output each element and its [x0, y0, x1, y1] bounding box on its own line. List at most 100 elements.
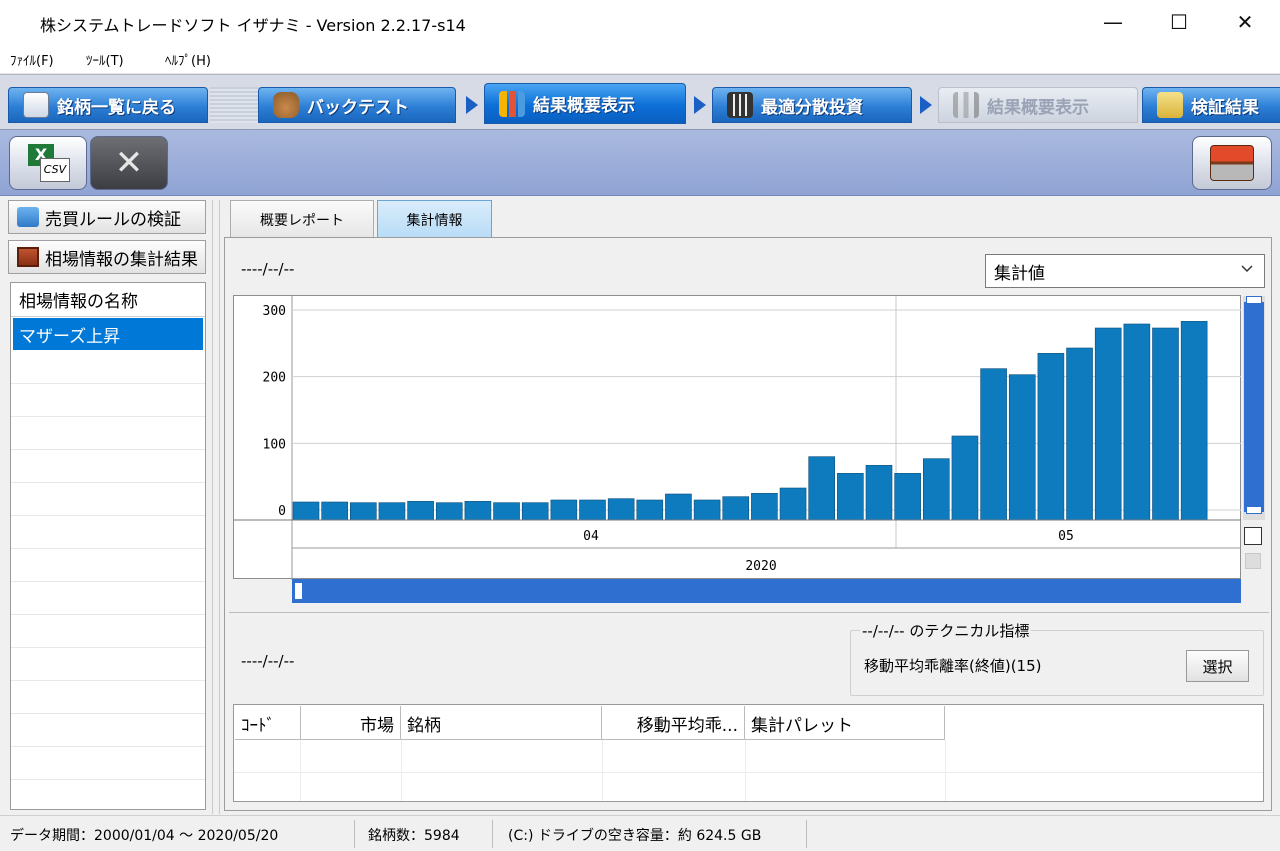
column-header-moving-average[interactable]: 移動平均乖...	[602, 706, 745, 740]
wizard-tab-label: バックテスト	[307, 97, 409, 118]
bar	[751, 493, 778, 521]
wizard-arrow-icon	[920, 96, 932, 114]
export-csv-button[interactable]: X CSV	[9, 136, 87, 190]
row-divider	[11, 482, 205, 483]
technical-indicator-title: --/--/-- のテクニカル指標	[860, 620, 1032, 641]
bar	[1037, 353, 1065, 521]
chevron-down-icon	[1241, 265, 1253, 273]
eye-icon	[23, 92, 49, 118]
bar	[865, 465, 893, 521]
market-info-aggregation-button[interactable]: 相場情報の集計結果	[8, 240, 206, 274]
wizard-tab-label: 検証結果	[1191, 97, 1259, 118]
aggregate-value-select[interactable]: 集計値	[985, 254, 1265, 288]
bar	[521, 502, 549, 521]
bar	[579, 499, 606, 521]
column-header-market[interactable]: 市場	[301, 706, 401, 740]
status-separator	[806, 820, 807, 848]
status-drive-space: (C:) ドライブの空き容量：約 624.5 GB	[508, 828, 762, 844]
wizard-tab-result-summary[interactable]: 結果概要表示	[484, 83, 686, 124]
left-button-label: 売買ルールの検証	[45, 209, 181, 230]
treasure-chest-button[interactable]	[1192, 136, 1272, 190]
wizard-tab-label: 結果概要表示	[533, 96, 635, 116]
status-separator	[492, 820, 493, 848]
wizard-tab-optimal-portfolio[interactable]: 最適分散投資	[712, 87, 912, 123]
row-divider	[11, 713, 205, 714]
list-item[interactable]: マザーズ上昇	[13, 318, 203, 350]
upper-date-label: ----/--/--	[241, 260, 295, 278]
wizard-tab-backtest[interactable]: バックテスト	[258, 87, 456, 123]
technical-indicator-value: 移動平均乖離率(終値)(15)	[864, 657, 1042, 675]
left-button-label: 相場情報の集計結果	[45, 249, 198, 270]
table-column-divider	[602, 740, 603, 801]
bar	[808, 456, 836, 521]
chart-horizontal-scrollbar[interactable]	[292, 579, 1241, 603]
bar	[550, 499, 578, 521]
tools-button[interactable]: ✕	[90, 136, 168, 190]
wizard-tab-verification-result[interactable]: 検証結果	[1142, 87, 1280, 123]
scroll-handle[interactable]	[1246, 296, 1262, 304]
window-title: 株システムトレードソフト イザナミ - Version 2.2.17-s14	[40, 16, 466, 35]
column-header-code[interactable]: ｺｰﾄﾞ	[235, 706, 301, 740]
wizard-arrow-icon	[466, 96, 478, 114]
status-stock-count: 銘柄数：5984	[368, 828, 460, 844]
select-button[interactable]: 選択	[1186, 650, 1249, 682]
bar	[722, 496, 750, 521]
row-divider	[11, 779, 205, 780]
row-divider	[11, 746, 205, 747]
status-separator	[354, 820, 355, 848]
scroll-icon	[17, 247, 39, 267]
wrench-icon: ✕	[114, 143, 144, 183]
wizard-tab-result-summary-disabled: 結果概要表示	[938, 87, 1138, 123]
bar	[779, 487, 807, 521]
table-column-divider	[745, 740, 746, 801]
minimize-button[interactable]: —	[1080, 0, 1146, 44]
lower-date-label: ----/--/--	[241, 652, 295, 670]
scroll-handle[interactable]	[1246, 506, 1262, 514]
status-data-period: データ期間：2000/01/04 ～ 2020/05/20	[10, 828, 279, 844]
verify-trading-rules-button[interactable]: 売買ルールの検証	[8, 200, 206, 234]
row-divider	[11, 449, 205, 450]
menu-tools[interactable]: ﾂｰﾙ(T)	[86, 50, 124, 69]
table-column-divider	[300, 740, 301, 801]
row-divider	[11, 614, 205, 615]
excel-csv-icon: X CSV	[26, 142, 70, 184]
panel-splitter[interactable]	[212, 200, 220, 814]
close-button[interactable]: ✕	[1212, 0, 1278, 44]
chart-vertical-scrollbar[interactable]	[1243, 296, 1265, 520]
bar	[378, 502, 406, 521]
bar	[665, 493, 692, 521]
menu-help[interactable]: ﾍﾙﾌﾟ(H)	[165, 50, 211, 69]
chart-icon	[953, 92, 979, 118]
column-header-stock[interactable]: 銘柄	[401, 706, 602, 740]
vertical-scroll-thumb[interactable]	[1244, 302, 1264, 512]
bar	[1066, 347, 1093, 521]
row-divider	[11, 416, 205, 417]
checkbox-disabled	[1245, 553, 1261, 569]
bar	[407, 501, 434, 521]
row-divider	[11, 383, 205, 384]
calculator-icon	[727, 92, 753, 118]
tab-aggregate-info[interactable]: 集計情報	[377, 200, 492, 238]
x-tick-label: 05	[1058, 529, 1074, 544]
bar	[464, 501, 492, 521]
column-header-palette[interactable]: 集計パレット	[745, 706, 945, 740]
wizard-tab-back-to-list[interactable]: 銘柄一覧に戻る	[8, 87, 208, 123]
scroll-handle[interactable]	[294, 582, 303, 600]
bar-chart: 0 100 200 300 04 05 2020	[233, 295, 1241, 580]
table-column-divider	[945, 740, 946, 801]
checkbox[interactable]	[1244, 527, 1262, 545]
row-divider	[11, 548, 205, 549]
y-tick-label: 300	[263, 304, 286, 319]
y-tick-label: 200	[263, 371, 286, 386]
menu-file[interactable]: ﾌｧｲﾙ(F)	[10, 50, 54, 69]
bar	[1180, 321, 1208, 521]
y-tick-label: 0	[278, 504, 286, 519]
csv-label: CSV	[40, 158, 70, 182]
bar	[493, 502, 520, 521]
x-tick-label: 04	[583, 529, 599, 544]
wizard-tab-label: 結果概要表示	[987, 97, 1089, 118]
bar	[693, 499, 721, 521]
x-year-label: 2020	[745, 559, 776, 574]
tab-overview-report[interactable]: 概要レポート	[230, 200, 374, 238]
maximize-button[interactable]: ☐	[1146, 0, 1212, 44]
